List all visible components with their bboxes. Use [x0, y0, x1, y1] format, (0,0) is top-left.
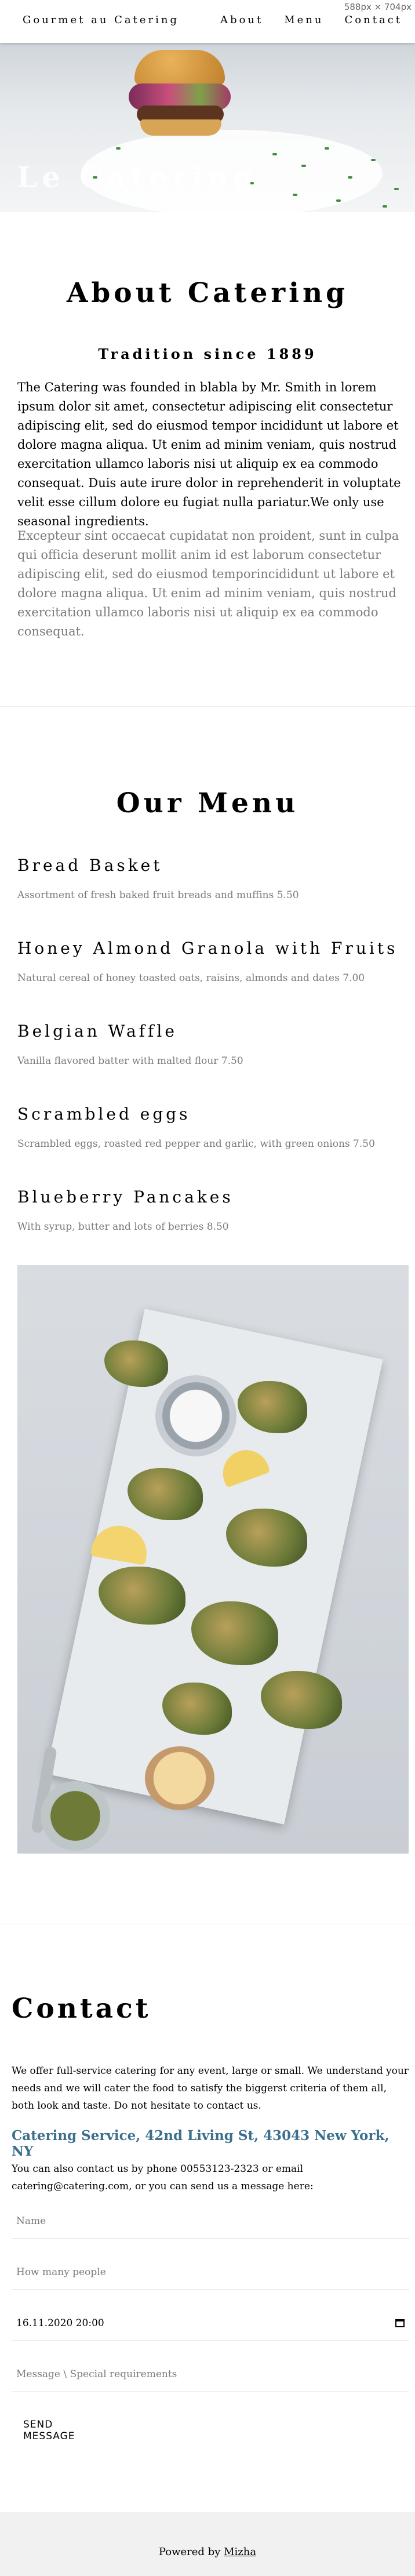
contact-title: Contact [12, 1993, 151, 2025]
datetime-input[interactable]: 16.11.2020 20:00 [12, 2305, 409, 2341]
menu-title: Our Menu [116, 787, 299, 819]
menu-item-desc: With syrup, butter and lots of berries 8… [17, 1221, 229, 1233]
menu-item: Honey Almond Granola with Fruits Natural… [17, 939, 400, 984]
hero-herb [336, 199, 341, 202]
hero-title: Le Catering [17, 160, 259, 194]
nav-link-menu[interactable]: Menu [284, 14, 323, 26]
menu-item: Blueberry Pancakes With syrup, butter an… [17, 1187, 400, 1233]
hero-banner: Le Catering [0, 43, 415, 212]
nav-links: About Menu Contact [220, 14, 402, 26]
menu-item-name: Belgian Waffle [17, 1022, 177, 1041]
section-divider [0, 706, 415, 707]
menu-item: Bread Basket Assortment of fresh baked f… [17, 856, 400, 901]
menu-item-name: Blueberry Pancakes [17, 1187, 234, 1207]
brand-logo[interactable]: Gourmet au Catering [23, 14, 179, 26]
hero-herb [394, 188, 399, 190]
footer: Powered by Mizha [0, 2512, 415, 2576]
datetime-value: 16.11.2020 20:00 [16, 2317, 104, 2329]
hero-herb [371, 159, 376, 161]
about-title: About Catering [66, 277, 349, 309]
menu-item-desc: Scrambled eggs, roasted red pepper and g… [17, 1138, 375, 1150]
menu-item: Scrambled eggs Scrambled eggs, roasted r… [17, 1104, 400, 1150]
hero-herb [293, 194, 297, 196]
nav-link-about[interactable]: About [220, 14, 263, 26]
hero-burger-bun-bottom [140, 119, 221, 136]
hero-herb [301, 165, 306, 167]
menu-food-photo [17, 1265, 409, 1854]
photo-dip-bowl [145, 1746, 214, 1810]
about-subtitle: Tradition since 1889 [98, 346, 317, 362]
menu-item-desc: Assortment of fresh baked fruit breads a… [17, 889, 299, 901]
viewport-size-badge: 588px × 704px [340, 0, 415, 14]
hero-burger-bun-top [134, 50, 225, 86]
nav-link-contact[interactable]: Contact [345, 14, 402, 26]
about-paragraph-1: The Catering was founded in blabla by Mr… [17, 380, 401, 528]
people-count-input[interactable] [12, 2254, 409, 2290]
contact-address: Catering Service, 42nd Living St, 43043 … [12, 2128, 389, 2159]
hero-herb [272, 153, 277, 155]
menu-item-desc: Vanilla flavored batter with malted flou… [17, 1055, 243, 1067]
about-paragraph-2: Excepteur sint occaecat cupidatat non pr… [17, 529, 399, 638]
photo-salt-bowl [155, 1375, 236, 1456]
hero-herb [325, 147, 329, 150]
hero-herb [348, 176, 352, 179]
footer-link[interactable]: Mizha [224, 2546, 256, 2558]
menu-item-name: Bread Basket [17, 856, 163, 875]
hero-herb [383, 205, 387, 208]
menu-item-name: Scrambled eggs [17, 1104, 191, 1124]
hero-herb [116, 147, 121, 150]
calendar-icon[interactable] [395, 2319, 405, 2327]
photo-fritter [104, 1340, 168, 1387]
footer-prefix: Powered by [158, 2546, 224, 2558]
message-input[interactable] [12, 2356, 409, 2392]
name-input[interactable] [12, 2203, 409, 2239]
photo-caper-jar [41, 1781, 110, 1851]
menu-item-name: Honey Almond Granola with Fruits [17, 939, 398, 958]
send-message-button[interactable]: SEND MESSAGE [12, 2415, 90, 2446]
contact-paragraph-2: You can also contact us by phone 0055312… [12, 2163, 314, 2192]
footer-credit: Powered by Mizha [0, 2546, 415, 2558]
menu-item: Belgian Waffle Vanilla flavored batter w… [17, 1022, 400, 1067]
contact-paragraph-1: We offer full-service catering for any e… [12, 2065, 409, 2112]
menu-item-desc: Natural cereal of honey toasted oats, ra… [17, 972, 365, 984]
